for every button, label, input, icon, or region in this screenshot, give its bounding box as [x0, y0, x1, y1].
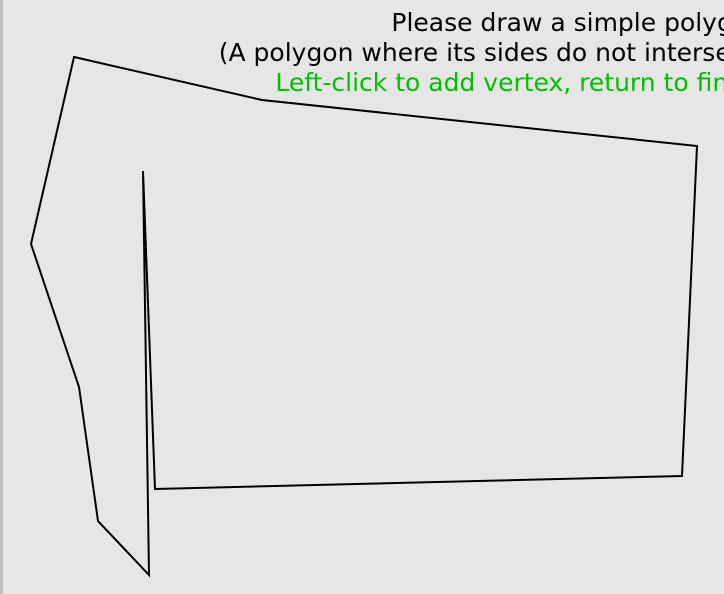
- drawing-canvas[interactable]: Please draw a simple polygon (A polygon …: [3, 0, 724, 594]
- polygon-drawing: [29, 55, 699, 578]
- polygon-path: [29, 55, 699, 578]
